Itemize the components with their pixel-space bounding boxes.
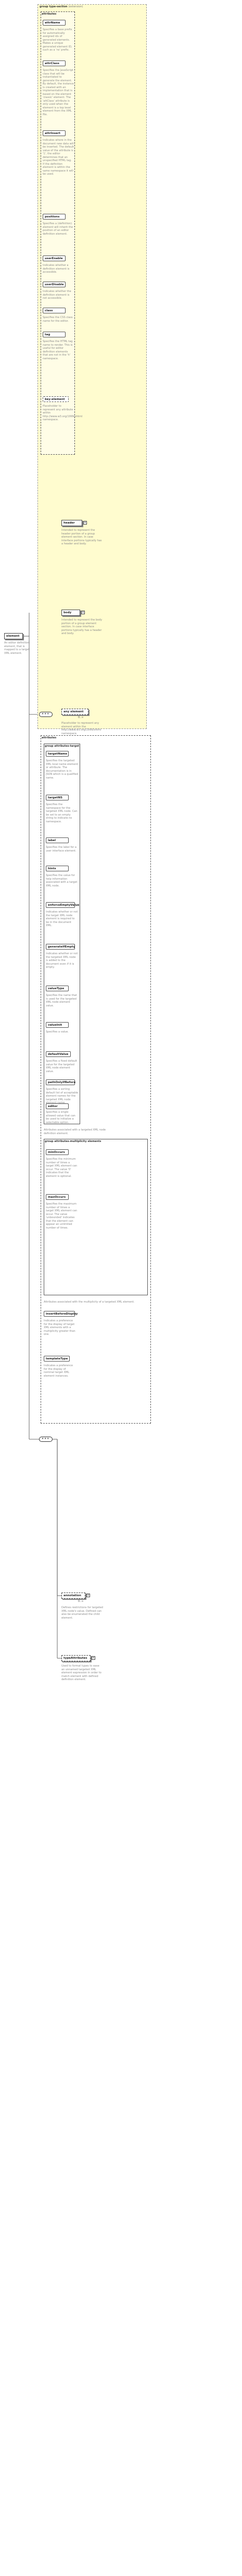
child-annotation-doc: Defines restrictions for targeted XML no… xyxy=(61,1606,104,1620)
attr-maxOccurs[interactable]: maxOccurs xyxy=(46,1194,69,1200)
annotation-occurs: 0..∞ xyxy=(78,1600,84,1603)
top-group-header: group type-section (extension) xyxy=(40,5,83,8)
attr-valueType[interactable]: valueType xyxy=(46,986,69,991)
bottom-sequence[interactable] xyxy=(39,1437,53,1442)
attr-attrName[interactable]: attrName xyxy=(43,20,66,26)
child-annotation[interactable]: annotation xyxy=(61,1593,85,1599)
attr-userEnable[interactable]: userEnable xyxy=(43,256,66,261)
attr-attrInsert-doc: Indicates where in the document new data… xyxy=(43,139,74,176)
attr-minOccurs-doc: Specifies the minimum number of times a … xyxy=(46,1158,78,1178)
expand-body-icon[interactable]: + xyxy=(81,611,85,614)
attr-pathOnlyIfBefore-doc: Specifies a sorting default list of acce… xyxy=(46,1088,78,1104)
attr-class-doc: Specifies the CSS class name for the edi… xyxy=(43,316,74,323)
multiplicity-doc: Attributes associated with a targeted XM… xyxy=(44,1128,107,1135)
child-body[interactable]: body xyxy=(61,610,80,616)
attr-enforceEmptyValue[interactable]: enforceEmptyValue xyxy=(46,902,79,908)
attr-pathOnlyIfBefore[interactable]: pathOnlyIfBefore xyxy=(46,1079,75,1085)
attr-tag-doc: Specifies the HTML tag name to render. T… xyxy=(43,340,74,360)
attr-hints-doc: Specifies the value for help information… xyxy=(46,874,78,888)
attr-userEnable-doc: Indicates whether a definition element i… xyxy=(43,264,70,274)
root-element-label: element xyxy=(6,635,20,638)
attr-class[interactable]: class xyxy=(43,308,66,313)
attr-maxOccurs-doc: Specifies the maximum number of times a … xyxy=(46,1202,78,1230)
root-element[interactable]: element xyxy=(4,633,23,639)
multiplicity-header: group attributes-multiplicity elements xyxy=(45,1140,101,1143)
attr-positions[interactable]: positions xyxy=(43,214,66,220)
bottom-attributes-label: attributes xyxy=(42,736,57,739)
root-element-doc: An editor definition element, that is ma… xyxy=(4,641,31,655)
attr-defaultValue-doc: Specifies a fixed default value for the … xyxy=(46,1060,78,1073)
expand-header-icon[interactable]: + xyxy=(83,521,87,525)
child-any-element-doc: Placeholder to represent any element wit… xyxy=(61,722,102,735)
attr-attrClass[interactable]: attrClass xyxy=(43,60,66,66)
attributes-target-header: group attributes-target xyxy=(45,745,80,748)
top-group-header-suffix: (extension) xyxy=(68,5,83,8)
attr-enforceEmptyValue-doc: Indicates whether or not the target XML … xyxy=(46,910,78,927)
attr-tag[interactable]: tag xyxy=(43,332,66,337)
attr-userDisable[interactable]: userDisable xyxy=(43,282,66,287)
attr-templateType[interactable]: templateType xyxy=(44,1356,70,1362)
attr-minOccurs[interactable]: minOccurs xyxy=(46,1149,69,1155)
attr-attrInsert[interactable]: attrInsert xyxy=(43,130,66,136)
attr-hints[interactable]: hints xyxy=(46,866,69,871)
attr-templateType-doc: Indicates a preference for the display o… xyxy=(44,1364,74,1378)
child-typeAttributes[interactable]: typeAttributes xyxy=(61,1655,91,1661)
attr-valueInit-doc: Specifies a value. xyxy=(46,1030,69,1034)
attr-positions-doc: Specifies a (definition) element will in… xyxy=(43,222,74,236)
expand-typeAttributes-icon[interactable]: + xyxy=(92,1656,95,1660)
attr-targetNS-doc: Specifies the namespace for the targeted… xyxy=(46,803,79,823)
child-header-doc: Intended to represent the header portion… xyxy=(61,529,103,545)
attr-insertBeforeDisplay[interactable]: insertBeforeDisplay xyxy=(44,1311,78,1317)
attr-editor[interactable]: editor xyxy=(46,1103,69,1109)
attr-targetNS[interactable]: targetNS xyxy=(46,795,69,800)
after-multiplicity-doc: Attributes associated with the multiplic… xyxy=(44,1301,135,1304)
attr-insertBeforeDisplay-doc: Indicates a preference for the display o… xyxy=(44,1319,77,1336)
top-sequence[interactable] xyxy=(39,712,53,717)
attr-attrClass-doc: Specifies the JavaScript class that will… xyxy=(43,69,74,116)
attr-key-element[interactable]: key-element xyxy=(43,396,69,402)
any-element-occurs: 0..∞ xyxy=(78,716,84,719)
attr-valueInit[interactable]: valueInit xyxy=(46,1022,69,1028)
attr-label[interactable]: label xyxy=(46,837,69,843)
child-any-element[interactable]: any element xyxy=(61,709,88,715)
attr-label-doc: Specifies the label for a user interface… xyxy=(46,846,78,853)
attr-generateIfEmpty-doc: Indicates whether or not the targeted XM… xyxy=(46,952,78,969)
attr-attrName-doc: Specifies a base prefix for automaticall… xyxy=(43,28,73,52)
expand-annotation-icon[interactable]: + xyxy=(86,1594,90,1597)
child-typeAttributes-doc: Used to format types to ease an unnamed … xyxy=(61,1664,103,1681)
child-header[interactable]: header xyxy=(61,520,82,526)
top-group-header-name: group type-section xyxy=(40,5,68,8)
attr-targetName[interactable]: targetName xyxy=(46,751,69,757)
top-attributes-label: attributes xyxy=(42,13,57,16)
attr-targetName-doc: Specifies the targeted XML local name el… xyxy=(46,759,78,780)
attr-editor-doc: Specifies a single allowed value that ca… xyxy=(46,1111,77,1124)
attr-valueType-doc: Specifies the name that is used for the … xyxy=(46,994,78,1007)
attr-generateIfEmpty[interactable]: generateIfEmpty xyxy=(46,944,75,950)
attr-userDisable-doc: Indicates whether the definition element… xyxy=(43,290,72,300)
child-body-doc: Intended to represent the body portion o… xyxy=(61,618,103,635)
attr-defaultValue[interactable]: defaultValue xyxy=(46,1051,71,1057)
attr-key-element-doc: Placeholder to represent any attribute w… xyxy=(43,405,83,421)
